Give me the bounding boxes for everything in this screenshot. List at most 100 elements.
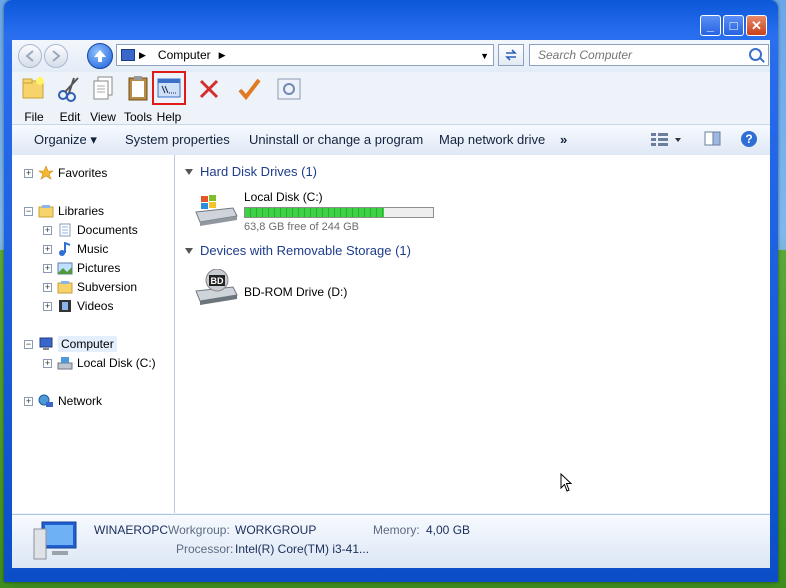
network-icon	[38, 394, 53, 407]
computer-name: WINAEROPC	[94, 523, 169, 537]
workgroup-value: WORKGROUP	[235, 523, 317, 537]
view-menu[interactable]: View	[89, 74, 117, 124]
group-title: Hard Disk Drives (1)	[200, 164, 318, 179]
expand-icon[interactable]: +	[24, 168, 33, 178]
expand-icon[interactable]: +	[43, 301, 52, 311]
organize-label: Organize	[34, 132, 87, 147]
checkmark-icon[interactable]	[236, 76, 262, 102]
back-arrow-icon	[25, 50, 34, 62]
disk-usage-bar	[244, 207, 434, 218]
tools-label: Tools	[124, 110, 153, 124]
expand-icon[interactable]: +	[43, 225, 52, 235]
memory-value: 4,00 GB	[426, 523, 471, 537]
edit-menu[interactable]: Edit	[56, 74, 84, 124]
back-button[interactable]	[18, 44, 42, 68]
navigation-bar: ▶ Computer ▶ ▼	[12, 40, 770, 72]
forward-button[interactable]	[44, 44, 68, 68]
tree-label: Documents	[77, 223, 138, 237]
tree-label: Computer	[58, 336, 117, 352]
memory-label: Memory:	[373, 523, 420, 537]
breadcrumb-arrow-icon: ▶	[139, 49, 146, 60]
bd-rom-drive-icon: BD	[195, 269, 238, 305]
more-commands-button[interactable]: »	[560, 132, 567, 147]
file-menu[interactable]: File	[20, 74, 48, 124]
group-header-removable-storage[interactable]: Devices with Removable Storage (1)	[185, 243, 411, 258]
libraries-icon	[38, 205, 54, 218]
address-bar[interactable]: ▶ Computer ▶ ▼	[116, 44, 494, 66]
help-icon[interactable]: ?	[740, 130, 758, 148]
tree-label: Subversion	[77, 280, 138, 294]
tree-label: Network	[58, 394, 103, 408]
uninstall-program-button[interactable]: Uninstall or change a program	[249, 132, 423, 147]
up-arrow-icon	[94, 50, 106, 62]
command-prompt-icon	[152, 71, 186, 105]
preview-pane-icon[interactable]	[704, 130, 722, 148]
tree-item-network[interactable]: + Network	[24, 392, 102, 410]
navigation-pane: + Favorites − Libraries + Documents + Mu…	[12, 155, 175, 513]
system-properties-button[interactable]: System properties	[125, 132, 230, 147]
music-icon	[59, 242, 71, 256]
view-label: View	[90, 110, 116, 124]
search-icon[interactable]	[749, 48, 762, 61]
drive-bd-rom-d[interactable]: BD BD-ROM Drive (D:)	[193, 269, 347, 305]
processor-value: Intel(R) Core(TM) i3-41...	[235, 542, 370, 556]
tree-item-documents[interactable]: + Documents	[43, 221, 138, 239]
delete-icon[interactable]	[196, 76, 222, 102]
processor-label: Processor:	[176, 542, 234, 556]
expand-icon[interactable]: +	[43, 244, 52, 254]
documents-icon	[59, 223, 71, 237]
drive-name: BD-ROM Drive (D:)	[244, 285, 348, 299]
tree-item-local-disk[interactable]: + Local Disk (C:)	[43, 354, 156, 372]
collapse-icon[interactable]: −	[24, 206, 33, 216]
tree-item-pictures[interactable]: + Pictures	[43, 259, 120, 277]
tools-menu[interactable]: Tools	[124, 74, 152, 124]
tree-item-music[interactable]: + Music	[43, 240, 108, 258]
details-pane: WINAEROPC Workgroup: WORKGROUP Memory: 4…	[12, 514, 770, 568]
toolbar: File Edit View Tools Help	[12, 71, 770, 124]
drive-name: Local Disk (C:)	[244, 190, 323, 204]
up-button[interactable]	[87, 43, 113, 69]
tree-item-libraries[interactable]: − Libraries	[24, 202, 104, 220]
properties-icon[interactable]	[276, 76, 302, 102]
collapse-triangle-icon[interactable]	[185, 247, 193, 254]
expand-icon[interactable]: +	[24, 396, 33, 406]
map-network-drive-button[interactable]: Map network drive	[439, 132, 545, 147]
change-view-icon[interactable]	[650, 130, 684, 148]
search-box[interactable]	[529, 44, 769, 66]
tree-item-subversion[interactable]: + Subversion	[43, 278, 137, 296]
refresh-button[interactable]	[498, 44, 524, 66]
document-icon	[93, 76, 113, 100]
content-pane: Hard Disk Drives (1) Local Disk (C:) 63,…	[175, 155, 770, 513]
help-menu[interactable]: Help	[152, 71, 186, 124]
new-folder-icon	[22, 77, 44, 99]
collapse-icon[interactable]: −	[24, 339, 33, 349]
tree-item-favorites[interactable]: + Favorites	[24, 164, 107, 182]
videos-icon	[59, 300, 71, 312]
search-input[interactable]	[536, 47, 750, 63]
address-dropdown-icon[interactable]: ▼	[480, 51, 489, 61]
hard-drive-windows-icon	[195, 195, 238, 226]
computer-icon	[39, 337, 53, 350]
breadcrumb-arrow-icon[interactable]: ▶	[219, 50, 226, 61]
tree-item-videos[interactable]: + Videos	[43, 297, 113, 315]
help-label: Help	[156, 110, 182, 124]
drive-local-disk-c[interactable]: Local Disk (C:) 63,8 GB free of 244 GB	[193, 190, 434, 233]
command-bar: Organize ▾ System properties Uninstall o…	[12, 124, 770, 156]
expand-icon[interactable]: +	[43, 282, 52, 292]
tree-item-computer[interactable]: − Computer	[24, 335, 117, 353]
minimize-button[interactable]: _	[700, 15, 721, 36]
forward-arrow-icon	[52, 50, 61, 62]
scissors-icon	[58, 77, 79, 102]
close-button[interactable]: ✕	[746, 15, 767, 36]
maximize-button[interactable]: □	[723, 15, 744, 36]
subversion-icon	[57, 281, 73, 294]
clipboard-icon	[128, 76, 148, 101]
group-header-hard-disk-drives[interactable]: Hard Disk Drives (1)	[185, 164, 317, 179]
expand-icon[interactable]: +	[43, 358, 52, 368]
collapse-triangle-icon[interactable]	[185, 168, 193, 175]
tree-label: Libraries	[58, 204, 105, 218]
organize-button[interactable]: Organize ▾	[34, 132, 97, 148]
edit-label: Edit	[59, 110, 81, 124]
expand-icon[interactable]: +	[43, 263, 52, 273]
window-client-area: ▶ Computer ▶ ▼ File	[12, 40, 770, 568]
